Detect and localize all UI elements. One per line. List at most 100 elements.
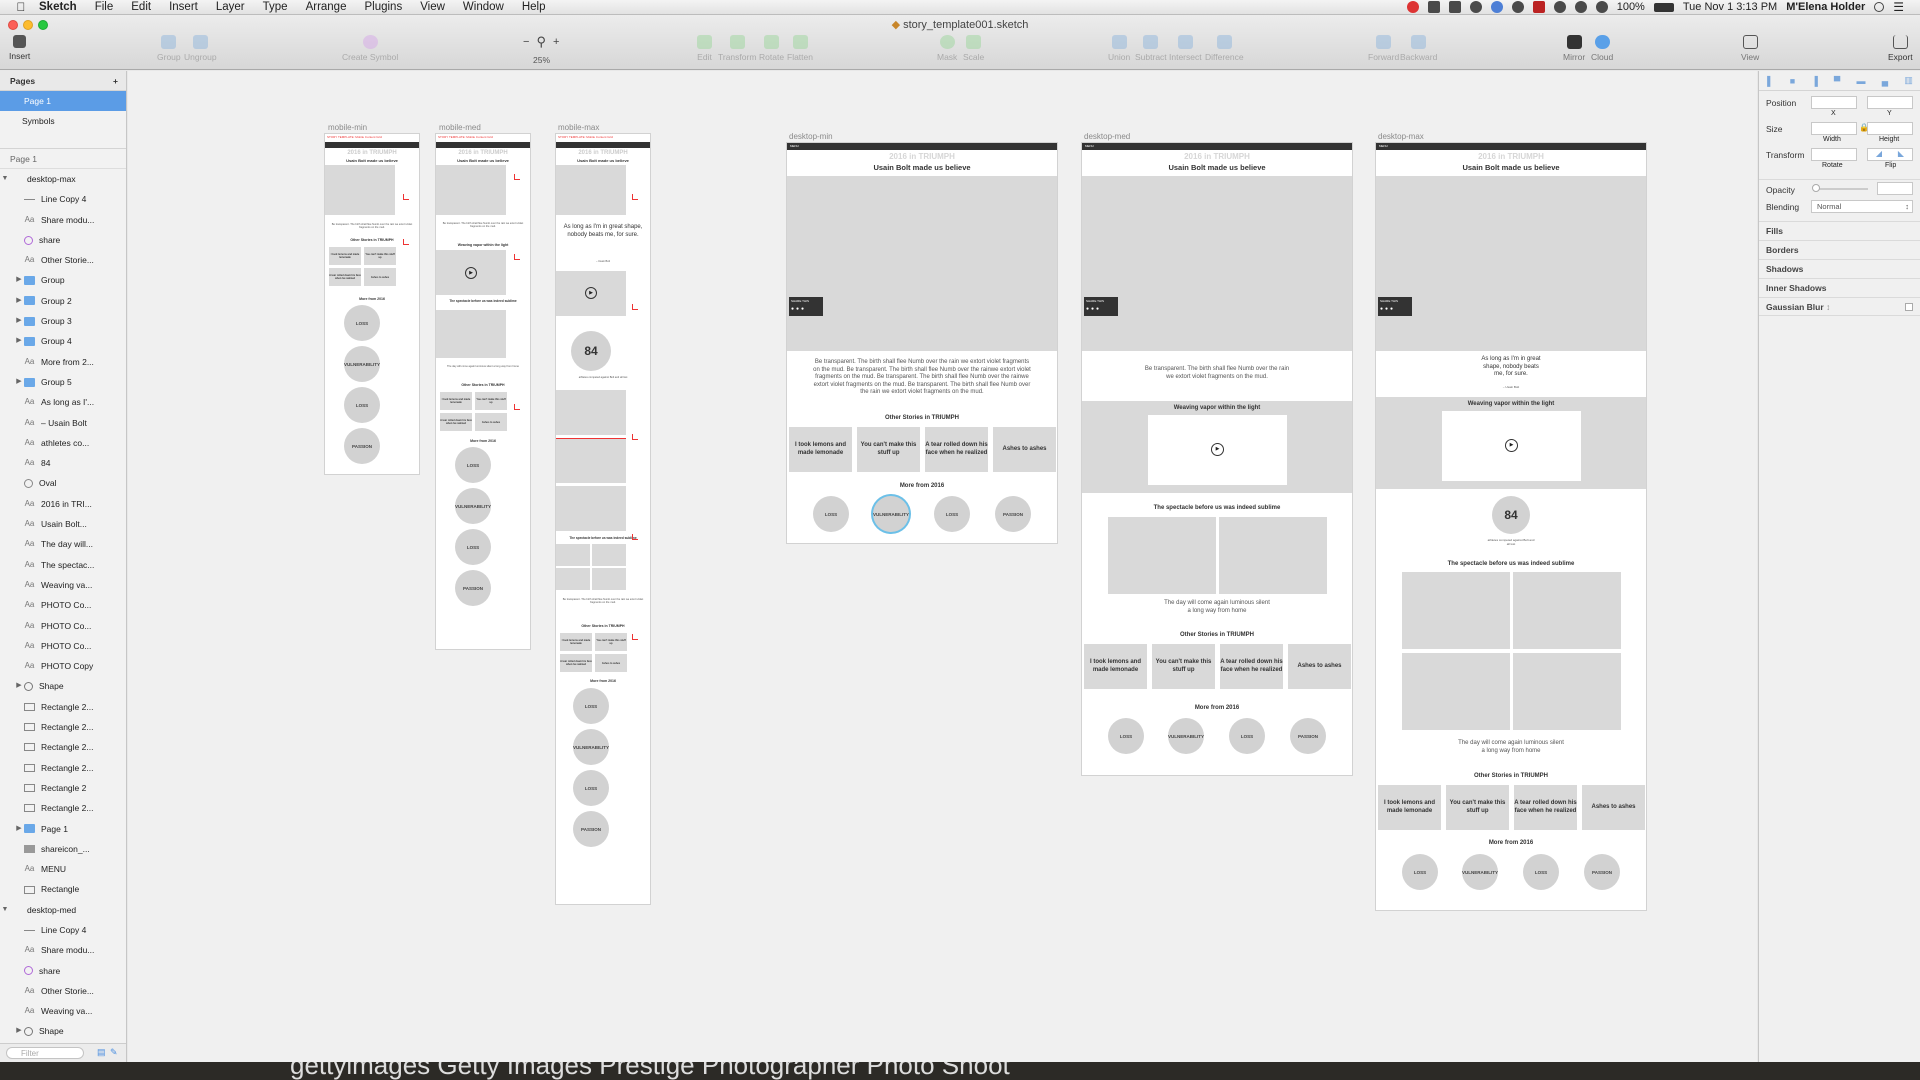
layer-item[interactable]: Aa Other Storie...	[0, 981, 126, 1001]
dmed-share-module[interactable]: SHARE THIS ●●●	[1084, 297, 1118, 316]
menu-type[interactable]: Type	[254, 0, 297, 15]
layer-item[interactable]: ▶ Group 5	[0, 372, 126, 392]
zoom-in-button[interactable]: +	[553, 36, 559, 48]
inner-shadows-section[interactable]: Inner Shadows	[1759, 278, 1920, 297]
blur-checkbox[interactable]	[1905, 303, 1913, 311]
edit-button[interactable]: Edit	[697, 35, 712, 62]
menu-plugins[interactable]: Plugins	[355, 0, 411, 15]
layer-group-artboard[interactable]: ▼ desktop-med	[0, 900, 126, 920]
layer-item[interactable]: Oval	[0, 473, 126, 493]
apple-menu-icon[interactable]: 	[14, 0, 28, 14]
width-input[interactable]	[1811, 122, 1857, 135]
artboard-label-desktop-max[interactable]: desktop-max	[1378, 132, 1424, 141]
spotlight-search-icon[interactable]	[1874, 2, 1885, 12]
disclosure-triangle-icon[interactable]: ▶	[14, 270, 24, 290]
menu-window[interactable]: Window	[454, 0, 513, 15]
layer-item[interactable]: Rectangle 2...	[0, 717, 126, 737]
artboard-label-desktop-med[interactable]: desktop-med	[1084, 132, 1130, 141]
align-left-icon[interactable]: ▌	[1767, 76, 1773, 86]
layer-item[interactable]: ▶ Group 3	[0, 311, 126, 331]
status-globe-icon[interactable]	[1490, 1, 1503, 13]
artboard-mobile-max[interactable]: STORY TEMPLATE: Mobile Content Grid 2016…	[556, 134, 650, 904]
opacity-slider[interactable]	[1814, 188, 1868, 190]
menu-insert[interactable]: Insert	[160, 0, 207, 15]
artboard-desktop-med[interactable]: MENU 2016 in TRIUMPH Usain Bolt made us …	[1082, 143, 1352, 775]
filter-options-icon[interactable]: ▤	[97, 1047, 106, 1058]
blur-type-chevron-icon[interactable]: ↕	[1826, 302, 1830, 312]
backward-button[interactable]: Backward	[1400, 35, 1437, 62]
menu-file[interactable]: File	[86, 0, 123, 15]
layer-item[interactable]: Aa Weaving va...	[0, 575, 126, 595]
page-item-page1[interactable]: Page 1	[0, 91, 126, 111]
user-name[interactable]: M'Elena Holder	[1786, 1, 1865, 13]
intersect-button[interactable]: Intersect	[1169, 35, 1202, 62]
menu-help[interactable]: Help	[513, 0, 555, 15]
status-grid-icon[interactable]	[1448, 1, 1461, 13]
disclosure-triangle-icon[interactable]: ▼	[0, 169, 10, 189]
forward-button[interactable]: Forward	[1368, 35, 1399, 62]
menu-app[interactable]: Sketch	[28, 0, 86, 15]
layer-item[interactable]: ▶ Page 1	[0, 819, 126, 839]
layer-item[interactable]: Rectangle 2...	[0, 758, 126, 778]
blending-select[interactable]: Normal ↕	[1811, 200, 1913, 213]
layer-group-artboard[interactable]: ▼ desktop-max	[0, 169, 126, 189]
dmax-share-module[interactable]: SHARE THIS ●●●	[1378, 297, 1412, 316]
layer-item[interactable]: Aa Weaving va...	[0, 1001, 126, 1021]
flip-buttons[interactable]: ◢ ◣	[1867, 148, 1913, 161]
layer-item[interactable]: Aa athletes co...	[0, 433, 126, 453]
artboard-mobile-med[interactable]: STORY TEMPLATE: Mobile Content Grid 2016…	[436, 134, 530, 649]
disclosure-triangle-icon[interactable]: ▶	[14, 311, 24, 331]
opacity-slider-thumb[interactable]	[1812, 184, 1820, 192]
filter-edit-icon[interactable]: ✎	[110, 1047, 118, 1058]
artboard-desktop-min[interactable]: MENU 2016 in TRIUMPH Usain Bolt made us …	[787, 143, 1057, 543]
position-y-input[interactable]	[1867, 96, 1913, 109]
menu-arrange[interactable]: Arrange	[297, 0, 356, 15]
align-center-icon[interactable]: ■	[1790, 76, 1795, 86]
flip-vertical-icon[interactable]: ◣	[1898, 149, 1904, 160]
mask-button[interactable]: Mask	[937, 35, 957, 62]
layer-item[interactable]: shareicon_...	[0, 839, 126, 859]
status-circle-icon[interactable]	[1511, 1, 1524, 13]
layer-item[interactable]: Aa 2016 in TRI...	[0, 494, 126, 514]
layer-item[interactable]: ▶ Shape	[0, 676, 126, 696]
layer-item[interactable]: Aa PHOTO Co...	[0, 636, 126, 656]
layer-item[interactable]: Rectangle	[0, 879, 126, 899]
battery-icon[interactable]	[1653, 2, 1674, 12]
layer-item[interactable]: ▶ Group	[0, 270, 126, 290]
status-app-icon[interactable]	[1427, 1, 1440, 13]
borders-section[interactable]: Borders	[1759, 240, 1920, 259]
opacity-input[interactable]	[1877, 182, 1913, 195]
layer-item[interactable]: Aa Share modu...	[0, 940, 126, 960]
dmin-share-module[interactable]: SHARE THIS ●●●	[789, 297, 823, 316]
creative-cloud-icon[interactable]	[1406, 1, 1419, 13]
artboard-label-mobile-max[interactable]: mobile-max	[558, 123, 599, 132]
mirror-button[interactable]: Mirror	[1563, 35, 1585, 62]
position-x-input[interactable]	[1811, 96, 1857, 109]
layer-item[interactable]: Line Copy 4	[0, 189, 126, 209]
artboard-mobile-min[interactable]: STORY TEMPLATE: Mobile Content Grid 2016…	[325, 134, 419, 474]
clock[interactable]: Tue Nov 1 3:13 PM	[1683, 1, 1777, 13]
fills-section[interactable]: Fills	[1759, 221, 1920, 240]
menu-view[interactable]: View	[411, 0, 454, 15]
layer-filter-input[interactable]: Filter	[6, 1047, 84, 1059]
layer-item[interactable]: Aa Other Storie...	[0, 250, 126, 270]
layer-item[interactable]: ▶ Group 2	[0, 291, 126, 311]
timemachine-icon[interactable]	[1553, 1, 1566, 13]
shield-icon[interactable]	[1532, 1, 1545, 13]
transform-button[interactable]: Transform	[718, 35, 756, 62]
flatten-button[interactable]: Flatten	[787, 35, 813, 62]
align-bottom-icon[interactable]: ▄	[1882, 76, 1888, 86]
layer-item[interactable]: Rectangle 2...	[0, 737, 126, 757]
artboard-desktop-max[interactable]: MENU 2016 in TRIUMPH Usain Bolt made us …	[1376, 143, 1646, 910]
create-symbol-button[interactable]: Create Symbol	[342, 35, 398, 62]
layer-item[interactable]: Aa As long as I'...	[0, 392, 126, 412]
notification-center-icon[interactable]: ☰	[1893, 0, 1904, 14]
dmed-play-icon[interactable]: ▶	[1211, 443, 1224, 456]
gaussian-blur-section[interactable]: Gaussian Blur ↕	[1759, 297, 1920, 316]
distribute-icon[interactable]: ▥	[1904, 75, 1913, 86]
scale-button[interactable]: Scale	[963, 35, 984, 62]
layer-item[interactable]: Aa Usain Bolt...	[0, 514, 126, 534]
group-button[interactable]: Group	[157, 35, 181, 62]
artboard-label-mobile-min[interactable]: mobile-min	[328, 123, 367, 132]
layer-item[interactable]: Aa MENU	[0, 859, 126, 879]
